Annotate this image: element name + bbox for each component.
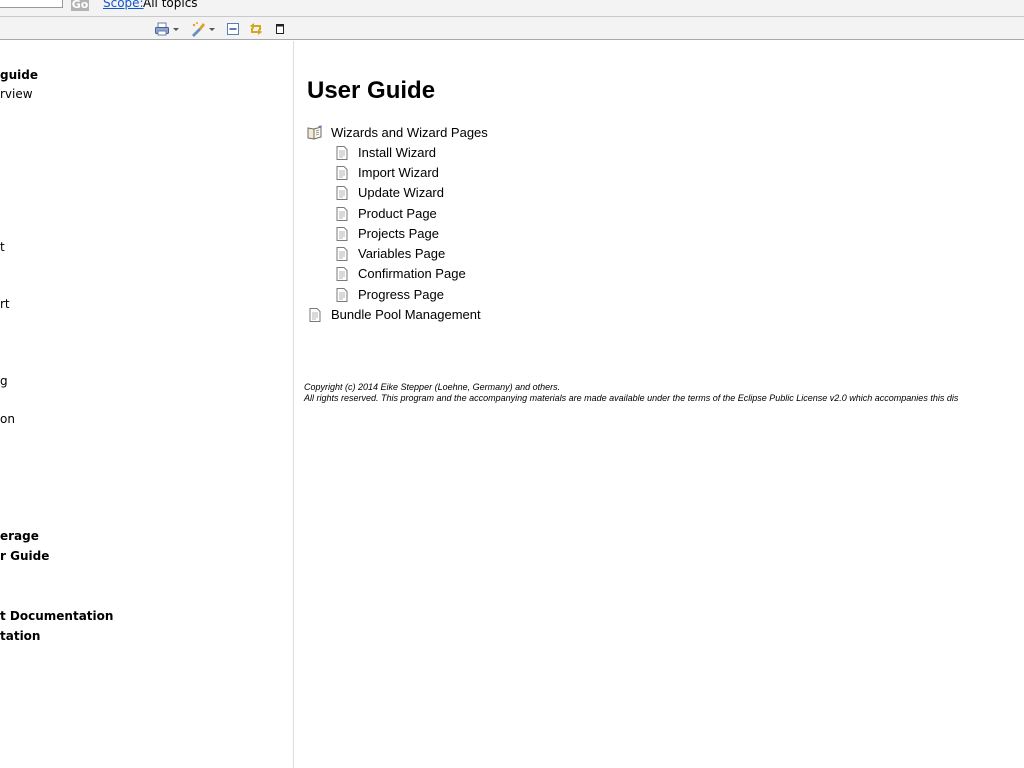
scope-link[interactable]: Scope: <box>103 0 144 10</box>
copyright-notice: Copyright (c) 2014 Eike Stepper (Loehne,… <box>304 382 958 404</box>
page-icon <box>336 288 348 302</box>
toc-panel: guide rview t rt g on erage r Guide t Do… <box>0 41 294 768</box>
toc-item[interactable]: on <box>0 412 15 426</box>
scope-value: All topics <box>143 0 198 10</box>
toc-item[interactable]: guide <box>0 68 38 82</box>
highlight-menu-arrow-icon[interactable] <box>209 28 215 31</box>
print-icon[interactable] <box>154 21 170 37</box>
highlight-search-icon[interactable] <box>190 21 206 37</box>
topic-label: Install Wizard <box>358 145 437 160</box>
page-icon <box>336 207 348 221</box>
page-icon <box>336 186 348 200</box>
topic-label: Wizards and Wizard Pages <box>331 125 488 140</box>
topic-label: Variables Page <box>358 246 446 261</box>
toc-item[interactable]: tation <box>0 629 40 643</box>
topic-label: Import Wizard <box>358 165 439 180</box>
toc-item[interactable]: t Documentation <box>0 609 113 623</box>
go-button[interactable]: Go <box>71 0 89 11</box>
search-bar: Go Scope: All topics <box>0 0 1024 16</box>
link-with-contents-icon[interactable] <box>248 21 264 37</box>
page-icon <box>336 227 348 241</box>
collapse-all-icon[interactable] <box>225 21 241 37</box>
print-menu-arrow-icon[interactable] <box>173 28 179 31</box>
page-icon <box>336 146 348 160</box>
toc-item[interactable]: rview <box>0 87 33 101</box>
toc-item[interactable]: t <box>0 240 5 254</box>
page-icon <box>336 267 348 281</box>
topic-label: Update Wizard <box>358 185 444 200</box>
page-title: User Guide <box>307 77 436 104</box>
topic-label: Projects Page <box>358 226 439 241</box>
page-icon <box>336 166 348 180</box>
search-input[interactable] <box>0 0 63 8</box>
content-area: User Guide Wizards and Wizard Pages Inst… <box>294 41 1024 768</box>
book-icon <box>307 125 322 140</box>
maximize-icon[interactable] <box>273 21 289 37</box>
topic-label: Product Page <box>358 206 437 221</box>
toc-item[interactable]: g <box>0 374 8 388</box>
page-icon <box>309 308 321 322</box>
license-line: All rights reserved. This program and th… <box>304 393 959 403</box>
toc-toolbar <box>0 16 1024 40</box>
topic-label: Bundle Pool Management <box>331 307 481 322</box>
toc-item[interactable]: r Guide <box>0 549 49 563</box>
toc-item[interactable]: erage <box>0 529 39 543</box>
toc-item[interactable]: rt <box>0 297 10 311</box>
page-icon <box>336 247 348 261</box>
topic-label: Progress Page <box>358 287 444 302</box>
copyright-line: Copyright (c) 2014 Eike Stepper (Loehne,… <box>304 382 561 392</box>
topic-label: Confirmation Page <box>358 266 466 281</box>
